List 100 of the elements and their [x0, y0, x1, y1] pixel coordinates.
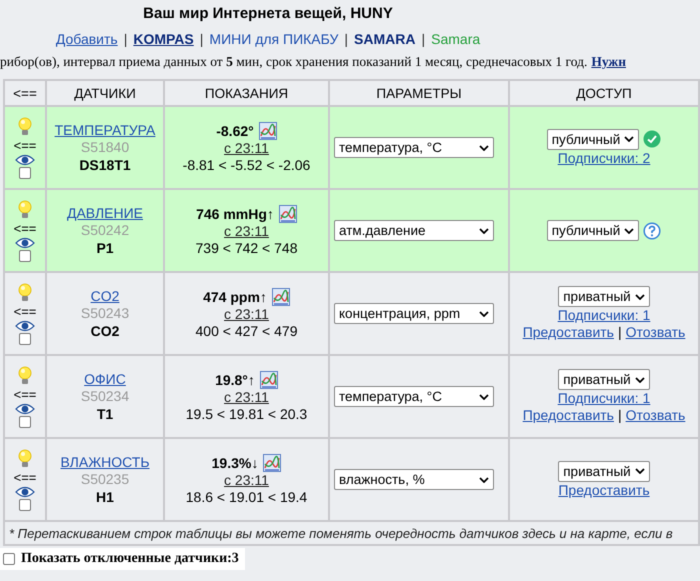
sensor-serial: S50243: [80, 304, 130, 322]
subscribers-link[interactable]: Подписчики: 2: [558, 150, 650, 166]
sensor-serial: S51840: [80, 138, 130, 156]
reading-range: 739 < 742 < 748: [194, 240, 298, 256]
row-checkbox[interactable]: [19, 332, 31, 344]
row-checkbox[interactable]: [19, 416, 31, 428]
chevron-icon: [634, 294, 645, 300]
chevron-icon: [624, 136, 634, 142]
chevron-icon: [634, 468, 645, 474]
since-time-link[interactable]: с 23:11: [224, 388, 269, 406]
access-dropdown[interactable]: приватный: [558, 369, 650, 390]
parameter-dropdown[interactable]: температура, °C: [334, 137, 494, 158]
chart-icon[interactable]: [263, 454, 282, 472]
reading-range: 19.5 < 19.81 < 20.3: [184, 406, 308, 422]
eye-icon[interactable]: [15, 320, 35, 332]
row-checkbox[interactable]: [19, 498, 31, 510]
subscribers-link[interactable]: Подписчики: 1: [558, 390, 650, 407]
column-header: ПАРАМЕТРЫ: [329, 80, 509, 106]
reading-value: 19.3%↓: [212, 454, 258, 472]
access-dropdown[interactable]: публичный: [546, 128, 640, 150]
reading-value: 19.8°↑: [215, 370, 255, 388]
row-checkbox[interactable]: [19, 166, 31, 178]
reading-value: 746 mmHg↑: [196, 204, 274, 222]
access-dropdown[interactable]: приватный: [558, 460, 650, 482]
show-disabled-label: Показать отключенные датчики:3: [21, 551, 239, 567]
chevron-icon: [479, 310, 489, 316]
move-handle[interactable]: <==: [14, 138, 36, 152]
subscribers-link[interactable]: Подписчики: 1: [558, 307, 650, 324]
revoke-link[interactable]: Отозвать: [626, 407, 686, 424]
chevron-icon: [479, 394, 489, 400]
lightbulb-icon[interactable]: [18, 448, 32, 468]
move-handle[interactable]: <==: [14, 470, 36, 484]
parameter-dropdown[interactable]: температура, °C: [334, 386, 494, 407]
move-handle[interactable]: <==: [14, 220, 36, 236]
chevron-icon: [479, 228, 489, 234]
since-time-link[interactable]: с 23:11: [224, 306, 269, 322]
column-header: <==: [4, 80, 46, 106]
nav-link[interactable]: Добавить: [56, 31, 118, 47]
eye-icon[interactable]: [15, 486, 35, 498]
reading-value: -8.62°: [216, 122, 254, 140]
lightbulb-icon[interactable]: [18, 116, 32, 136]
column-header: ДОСТУП: [509, 80, 699, 106]
column-header: ПОКАЗАНИЯ: [164, 80, 329, 106]
eye-icon[interactable]: [15, 402, 35, 414]
lightbulb-icon[interactable]: [18, 366, 32, 386]
sensor-type: CO2: [90, 322, 120, 340]
move-handle[interactable]: <==: [14, 386, 36, 402]
grant-link[interactable]: Предоставить: [522, 407, 614, 424]
reading-range: 18.6 < 19.01 < 19.4: [184, 488, 308, 506]
footnote: * Перетаскиванием строк таблицы вы можете поменять очередность датчиков здесь и на карте, если в: [8, 526, 673, 541]
chart-icon[interactable]: [278, 204, 297, 222]
chevron-icon: [634, 376, 645, 382]
chart-icon[interactable]: [258, 122, 277, 140]
sensor-name-link[interactable]: ТЕМПЕРАТУРА: [54, 122, 156, 138]
separator: |: [421, 31, 426, 47]
parameter-dropdown[interactable]: атм.давление: [334, 220, 494, 241]
page-title: Ваш мир Интернета вещей, HUNY: [142, 4, 394, 24]
move-handle[interactable]: <==: [14, 304, 36, 318]
info-text: рибор(ов), интервал приема данных от 5 мин, срок хранения показаний 1 месяц, среднечасовых 1 год.: [0, 54, 588, 69]
lightbulb-icon[interactable]: [18, 200, 32, 220]
separator: |: [344, 31, 348, 47]
column-header: ДАТЧИКИ: [46, 80, 164, 106]
since-time-link[interactable]: с 23:11: [224, 140, 269, 156]
nav-link[interactable]: SAMARA: [354, 31, 416, 47]
sensor-type: P1: [95, 238, 115, 256]
sensor-name-link[interactable]: ВЛАЖНОСТЬ: [60, 454, 150, 470]
reading-value: 474 ppm↑: [203, 288, 267, 306]
parameter-dropdown[interactable]: влажность, %: [334, 469, 494, 490]
eye-icon[interactable]: [15, 154, 35, 166]
sensor-serial: S50234: [80, 388, 130, 404]
sensor-name-link[interactable]: ДАВЛЕНИЕ: [66, 204, 144, 222]
grant-link[interactable]: Предоставить: [522, 324, 614, 341]
row-checkbox[interactable]: [19, 250, 31, 262]
since-time-link[interactable]: с 23:11: [224, 222, 269, 240]
sensor-serial: S50242: [80, 222, 130, 238]
access-dropdown[interactable]: публичный: [546, 220, 640, 241]
chart-icon[interactable]: [272, 288, 290, 306]
sensor-type: H1: [95, 488, 115, 506]
nav-link[interactable]: KOMPAS: [133, 31, 194, 47]
separator: |: [618, 407, 622, 424]
sensor-type: DS18T1: [78, 156, 132, 174]
separator: |: [200, 31, 204, 47]
parameter-dropdown[interactable]: концентрация, ppm: [334, 303, 494, 324]
lightbulb-icon[interactable]: [18, 282, 32, 302]
eye-icon[interactable]: [15, 236, 35, 248]
sensor-serial: S50235: [80, 470, 130, 488]
chart-icon[interactable]: [260, 370, 278, 388]
info-link[interactable]: Нужн: [591, 54, 626, 69]
separator: |: [618, 324, 622, 341]
help-icon[interactable]: [643, 222, 662, 240]
sensor-name-link[interactable]: CO2: [90, 288, 120, 304]
access-dropdown[interactable]: приватный: [558, 286, 650, 307]
sensor-name-link[interactable]: ОФИС: [84, 370, 126, 388]
nav-link[interactable]: МИНИ для ПИКАБУ: [209, 31, 338, 47]
since-time-link[interactable]: с 23:11: [224, 472, 269, 488]
chevron-icon: [479, 476, 489, 482]
grant-link[interactable]: Предоставить: [558, 482, 650, 498]
separator: |: [124, 31, 128, 47]
revoke-link[interactable]: Отозвать: [626, 324, 686, 341]
reading-range: 400 < 427 < 479: [194, 322, 298, 340]
